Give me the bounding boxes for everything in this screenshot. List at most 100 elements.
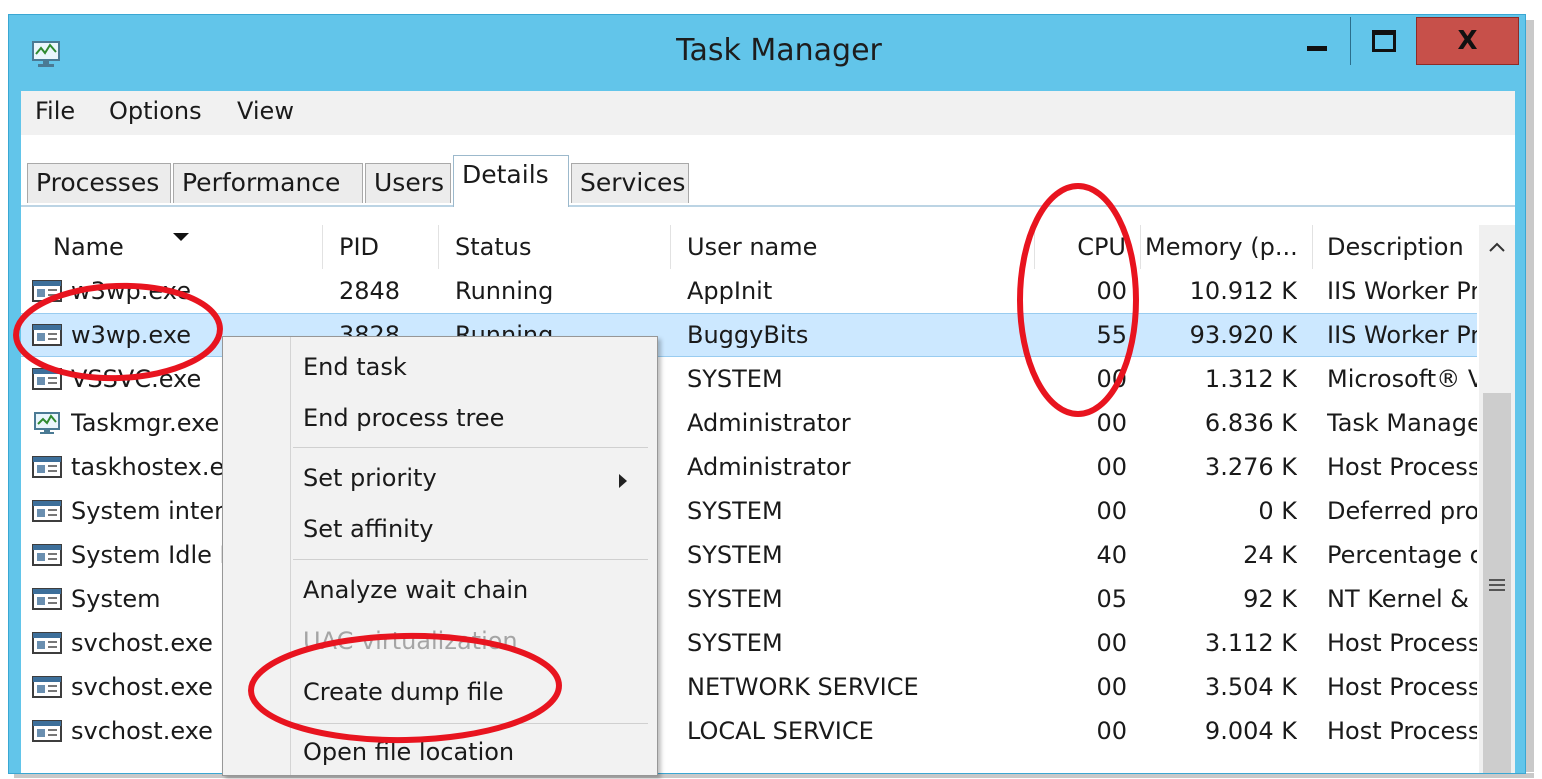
cell-user-name: SYSTEM: [687, 365, 783, 393]
cell-status: Running: [455, 277, 554, 305]
cell-cpu: 00: [1096, 717, 1127, 745]
table-row[interactable]: w3wp.exe 2848 Running AppInit 00 10.912 K IIS …: [21, 269, 1477, 313]
cell-cpu: 00: [1096, 409, 1127, 437]
close-button[interactable]: X: [1416, 17, 1519, 65]
menu-item-analyze-wait-chain[interactable]: Analyze wait chain: [303, 576, 528, 604]
column-header-user-name[interactable]: User name: [671, 225, 1035, 269]
cell-user-name: LOCAL SERVICE: [687, 717, 874, 745]
cell-description: Deferred proc: [1327, 497, 1477, 525]
cell-memory: 3.112 K: [1204, 629, 1297, 657]
cell-cpu: 05: [1096, 585, 1127, 613]
submenu-arrow-icon: [619, 474, 627, 488]
cell-name: w3wp.exe: [71, 277, 191, 305]
cell-user-name: Administrator: [687, 409, 851, 437]
cell-cpu: 00: [1096, 453, 1127, 481]
cell-cpu: 00: [1096, 365, 1127, 393]
app-window-icon: [32, 632, 62, 654]
context-menu-separator: [293, 559, 648, 560]
cell-description: Host Process: [1327, 629, 1477, 657]
minimize-button[interactable]: [1284, 17, 1350, 65]
cell-user-name: SYSTEM: [687, 497, 783, 525]
tab-processes[interactable]: Processes: [27, 163, 171, 203]
menu-item-open-file-location[interactable]: Open file location: [303, 738, 514, 766]
tab-users[interactable]: Users: [365, 163, 451, 203]
app-window-icon: [32, 588, 62, 610]
cell-memory: 6.836 K: [1204, 409, 1297, 437]
column-header-status[interactable]: Status: [439, 225, 671, 269]
cell-cpu: 00: [1096, 497, 1127, 525]
cell-pid: 2848: [339, 277, 401, 305]
tab-strip: Processes Performance Users Details Serv…: [21, 135, 1515, 207]
cell-memory: 24 K: [1243, 541, 1297, 569]
column-header-name-label: Name: [53, 233, 124, 261]
tab-performance[interactable]: Performance: [173, 163, 363, 203]
cell-memory: 93.920 K: [1189, 321, 1297, 349]
cell-user-name: NETWORK SERVICE: [687, 673, 919, 701]
cell-description: Host Process: [1327, 673, 1477, 701]
cell-user-name: SYSTEM: [687, 585, 783, 613]
menu-view[interactable]: View: [233, 95, 298, 127]
cell-description: Host Process: [1327, 717, 1477, 745]
scrollbar-grip-icon: [1489, 579, 1505, 591]
column-header-memory[interactable]: Memory (p...: [1141, 225, 1313, 269]
cell-cpu: 00: [1096, 277, 1127, 305]
tab-services[interactable]: Services: [571, 163, 689, 203]
column-header-pid[interactable]: PID: [323, 225, 439, 269]
menu-item-end-process-tree[interactable]: End process tree: [303, 404, 504, 432]
app-window-icon: [32, 720, 62, 742]
cell-memory: 3.276 K: [1204, 453, 1297, 481]
chevron-up-icon: [1489, 242, 1505, 252]
minimize-icon: [1307, 45, 1327, 51]
maximize-button[interactable]: [1350, 17, 1416, 65]
cell-memory: 1.312 K: [1204, 365, 1297, 393]
task-manager-icon[interactable]: [29, 39, 63, 69]
maximize-icon: [1371, 30, 1396, 52]
menu-item-end-task[interactable]: End task: [303, 353, 407, 381]
process-context-menu: End task End process tree Set priority Set …: [222, 336, 658, 776]
column-header-name[interactable]: Name: [31, 225, 323, 269]
cell-description: IIS Worker Pr: [1327, 321, 1477, 349]
cell-user-name: Administrator: [687, 453, 851, 481]
app-window-icon: [32, 324, 62, 346]
cell-cpu: 00: [1096, 629, 1127, 657]
menu-options[interactable]: Options: [105, 95, 206, 127]
menu-item-set-priority[interactable]: Set priority: [303, 464, 437, 492]
menu-file[interactable]: File: [31, 95, 79, 127]
cell-memory: 10.912 K: [1189, 277, 1297, 305]
column-header-description[interactable]: Description: [1313, 225, 1477, 269]
app-window-icon: [32, 280, 62, 302]
cell-memory: 9.004 K: [1204, 717, 1297, 745]
menu-item-uac-virtualization: UAC virtualization: [303, 627, 518, 655]
cell-description: Task Manage: [1327, 409, 1477, 437]
cell-description: Microsoft® V: [1327, 365, 1477, 393]
menu-item-set-affinity[interactable]: Set affinity: [303, 515, 433, 543]
column-header-cpu[interactable]: CPU: [1035, 225, 1141, 269]
cell-memory: 92 K: [1243, 585, 1297, 613]
cell-memory: 3.504 K: [1204, 673, 1297, 701]
cell-description: NT Kernel &: [1327, 585, 1469, 613]
vertical-scrollbar[interactable]: [1479, 225, 1515, 773]
tab-details[interactable]: Details: [453, 155, 569, 207]
cell-description: Host Process: [1327, 453, 1477, 481]
menu-bar: File Options View: [21, 91, 1515, 135]
sort-descending-icon: [173, 233, 189, 241]
app-window-icon: [32, 544, 62, 566]
window-title: Task Manager: [676, 33, 882, 68]
cell-user-name: BuggyBits: [687, 321, 809, 349]
context-menu-gutter: [290, 337, 291, 775]
app-window-icon: [32, 676, 62, 698]
task-manager-icon: [34, 412, 60, 434]
app-window-icon: [32, 368, 62, 390]
cell-user-name: SYSTEM: [687, 629, 783, 657]
cell-user-name: SYSTEM: [687, 541, 783, 569]
app-window-icon: [32, 456, 62, 478]
scroll-up-button[interactable]: [1479, 225, 1515, 269]
cell-description: IIS Worker Pr: [1327, 277, 1477, 305]
menu-item-create-dump-file[interactable]: Create dump file: [303, 678, 504, 706]
app-window-icon: [32, 500, 62, 522]
cell-user-name: AppInit: [687, 277, 773, 305]
cell-cpu: 00: [1096, 673, 1127, 701]
cell-cpu: 55: [1096, 321, 1127, 349]
context-menu-separator: [293, 723, 648, 724]
close-icon: X: [1457, 26, 1478, 56]
